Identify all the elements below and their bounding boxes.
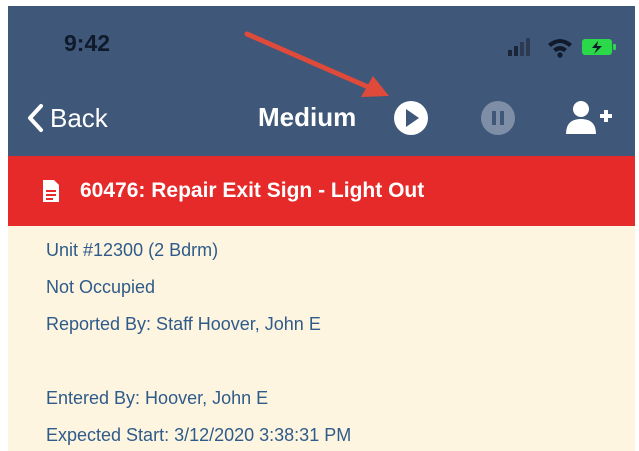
work-order-details: Unit #12300 (2 Bdrm) Not Occupied Report… [8,226,635,451]
priority-title: Medium [258,102,357,132]
annotation-arrow [244,31,389,97]
occupancy-label: Not Occupied [46,277,156,297]
status-time: 9:42 [64,30,111,56]
add-user-button[interactable] [564,98,614,138]
wifi-icon [548,39,572,58]
play-icon [394,101,428,135]
unit-label: Unit #12300 (2 Bdrm) [46,240,219,260]
top-bar: 9:42 Back Medium [8,6,635,156]
play-button[interactable] [391,98,431,138]
back-label: Back [50,102,108,133]
phone-screen: 9:42 Back Medium 60476: Repair Exit Sign… [8,6,635,451]
work-order-banner: 60476: Repair Exit Sign - Light Out [8,156,635,226]
expected-start-label: Expected Start: 3/12/2020 3:38:31 PM [46,425,352,445]
chevron-left-icon [28,104,43,132]
add-user-icon [566,101,612,134]
status-icons [508,38,616,58]
work-order-title: 60476: Repair Exit Sign - Light Out [80,179,425,202]
pause-icon [481,101,515,135]
pause-button[interactable] [478,98,518,138]
signal-icon [508,38,530,56]
battery-icon [582,39,616,55]
entered-by-label: Entered By: Hoover, John E [46,388,269,408]
back-button[interactable]: Back [26,98,108,138]
document-icon [43,180,59,202]
reported-by-label: Reported By: Staff Hoover, John E [46,314,321,334]
